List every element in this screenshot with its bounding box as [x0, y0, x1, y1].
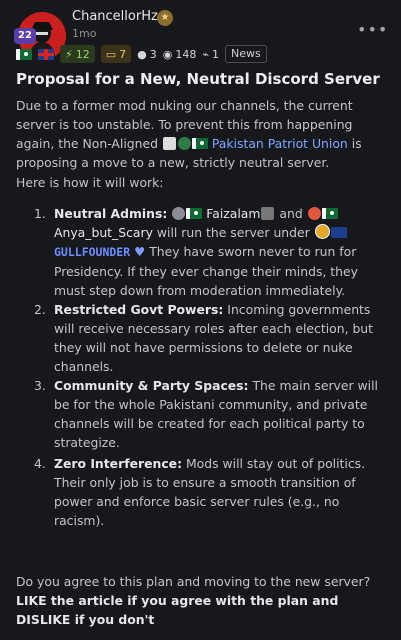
gold-stat-value: 7: [119, 47, 127, 61]
item-heading: Restricted Govt Powers:: [54, 302, 224, 317]
closing-question: Do you agree to this plan and moving to …: [16, 574, 371, 589]
item-number: 2.: [34, 302, 46, 317]
author-name[interactable]: ChancellorHz: [72, 9, 158, 24]
pakistan-flag-icon: [16, 48, 32, 60]
item-number: 4.: [34, 456, 46, 471]
comments-stat[interactable]: ● 3: [137, 48, 157, 61]
founder-badge-icon: [314, 224, 330, 239]
repost-icon: ⌁: [202, 47, 209, 61]
gold-stat-icon: ▭: [105, 47, 117, 61]
admin-name[interactable]: Anya_but_Scary: [54, 225, 153, 240]
post-time: 1mo: [72, 27, 97, 40]
green-stat-value: 12: [75, 47, 90, 61]
item-text: Neutral Admins: Faizalam and Anya_but_Sc…: [54, 204, 384, 300]
admin-avatar-icon: [172, 207, 186, 220]
founder-name[interactable]: GULLFOUNDER: [54, 245, 130, 259]
post-header: 22 ChancellorHz ★ 1mo ••• ⚡ 12 ▭ 7 ● 3 ◉…: [0, 0, 401, 64]
level-badge: 22: [14, 28, 36, 44]
item-heading: Zero Interference:: [54, 456, 183, 471]
pakistan-flag-icon: [191, 138, 208, 149]
party-emblem-icon: [162, 137, 176, 150]
item-text: Community & Party Spaces: The main serve…: [54, 376, 384, 452]
party-link[interactable]: Pakistan Patriot Union: [212, 136, 348, 151]
admin-name[interactable]: Faizalam: [206, 206, 260, 221]
views-count: 148: [175, 47, 197, 61]
item-number: 1.: [34, 206, 46, 221]
and-text: and: [279, 206, 303, 221]
item-text: Zero Interference: Mods will stay out of…: [54, 454, 384, 530]
item-mid-text: will run the server under: [156, 225, 310, 240]
comment-icon: ●: [137, 47, 147, 61]
green-stat-badge: ⚡ 12: [60, 45, 95, 63]
post-title: Proposal for a New, Neutral Discord Serv…: [16, 70, 380, 88]
more-options-icon[interactable]: •••: [357, 20, 388, 39]
how-heading: Here is how it will work:: [16, 175, 164, 190]
reposts-count: 1: [211, 47, 219, 61]
bank-icon: [261, 207, 275, 220]
reposts-stat[interactable]: ⌁ 1: [202, 48, 219, 61]
post-stats: ⚡ 12 ▭ 7 ● 3 ◉ 148 ⌁ 1 News: [16, 45, 267, 63]
intro-paragraph: Due to a former mod nuking our channels,…: [16, 96, 386, 172]
green-stat-icon: ⚡: [65, 47, 73, 61]
call-to-action: LIKE the article if you agree with the p…: [16, 593, 339, 627]
views-stat: ◉ 148: [163, 48, 197, 61]
uk-flag-icon: [38, 48, 54, 60]
item-text: Restricted Govt Powers: Incoming governm…: [54, 300, 384, 376]
australia-flag-icon: [330, 227, 347, 238]
heart-icon: ♥: [134, 244, 146, 259]
comments-count: 3: [149, 47, 157, 61]
star-icon: ★: [157, 10, 173, 26]
admin-avatar-icon: [307, 207, 321, 220]
gold-stat-badge: ▭ 7: [100, 45, 132, 63]
party-logo-icon: [177, 137, 191, 150]
item-heading: Community & Party Spaces:: [54, 378, 249, 393]
eye-icon: ◉: [162, 47, 173, 61]
item-number: 3.: [34, 378, 46, 393]
category-tag[interactable]: News: [224, 45, 267, 63]
pakistan-flag-icon: [321, 208, 338, 219]
pakistan-flag-icon: [186, 208, 203, 219]
item-heading: Neutral Admins:: [54, 206, 168, 221]
